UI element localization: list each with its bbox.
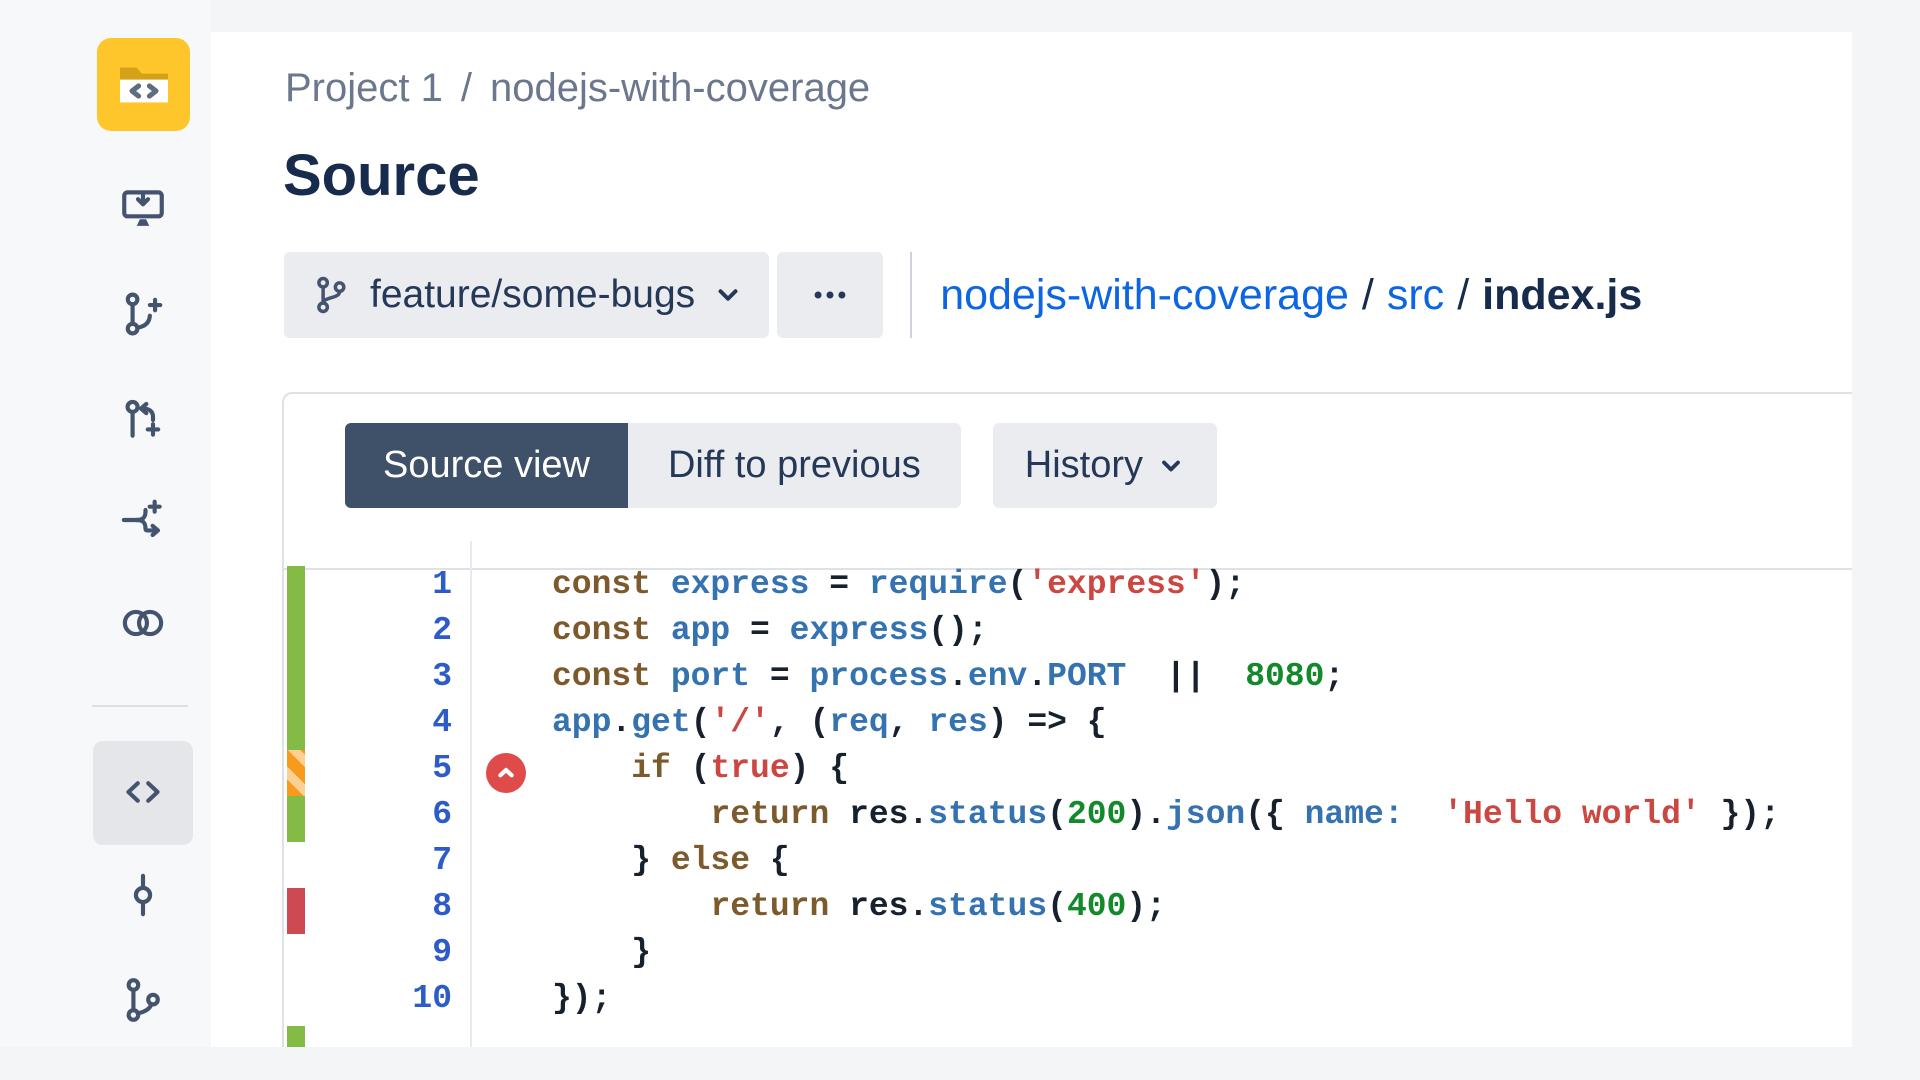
annotation-badge-icon[interactable] <box>486 753 526 793</box>
sidebar-item-commits[interactable] <box>118 870 168 920</box>
branch-selector-button[interactable]: feature/some-bugs <box>284 252 769 338</box>
branch-selector-label: feature/some-bugs <box>370 273 695 317</box>
code-text: return res.status(400); <box>552 888 1166 934</box>
coverage-indicator <box>287 888 305 934</box>
create-pull-request-icon <box>118 394 168 444</box>
toolbar-divider <box>910 252 912 338</box>
code-text: const port = process.env.PORT || 8080; <box>552 658 1344 704</box>
coverage-indicator <box>287 704 305 750</box>
code-text: app.get('/', (req, res) => { <box>552 704 1107 750</box>
breadcrumb-separator: / <box>461 66 472 111</box>
sidebar-item-clone[interactable] <box>118 183 168 233</box>
code-line: 3 const port = process.env.PORT || 8080; <box>284 658 1852 704</box>
branch-icon <box>310 274 352 316</box>
line-number[interactable]: 9 <box>304 934 470 980</box>
sidebar-item-create-pull-request[interactable] <box>118 394 168 444</box>
line-number[interactable]: 2 <box>304 612 470 658</box>
line-number[interactable]: 1 <box>304 566 470 612</box>
line-number[interactable]: 8 <box>304 888 470 934</box>
more-options-button[interactable] <box>777 252 883 338</box>
file-breadcrumb-repository[interactable]: nodejs-with-coverage <box>940 271 1349 320</box>
code-line: 9 } <box>284 934 1852 980</box>
tab-history-label: History <box>1025 444 1143 487</box>
coverage-indicator <box>287 980 305 1026</box>
code-line: 7 } else { <box>284 842 1852 888</box>
ellipsis-icon <box>808 273 852 317</box>
code-line: 6 return res.status(200).json({ name: 'H… <box>284 796 1852 842</box>
code-rows: 1 const express = require('express'); 2 con… <box>284 566 1852 1047</box>
commit-icon <box>118 870 168 920</box>
sidebar-divider <box>92 705 188 707</box>
line-number[interactable]: 3 <box>304 658 470 704</box>
sidebar-item-compare[interactable] <box>118 495 168 545</box>
sidebar-item-source[interactable] <box>118 767 168 817</box>
file-breadcrumb: nodejs-with-coverage / src / index.js <box>940 271 1642 320</box>
tab-history[interactable]: History <box>993 423 1217 508</box>
coverage-indicator <box>287 566 305 612</box>
source-card: Source view Diff to previous History 1 co… <box>282 392 1852 1047</box>
breadcrumb: Project 1 / nodejs-with-coverage <box>285 66 870 111</box>
coverage-indicator <box>287 612 305 658</box>
chevron-down-icon <box>1157 452 1185 480</box>
sidebar-item-compare-branches[interactable] <box>118 598 168 648</box>
file-breadcrumb-separator: / <box>1362 271 1374 320</box>
file-breadcrumb-filename: index.js <box>1482 271 1642 320</box>
sidebar-item-branches[interactable] <box>118 975 168 1025</box>
code-text: } else { <box>552 842 790 888</box>
code-line <box>284 1026 1852 1047</box>
file-breadcrumb-directory[interactable]: src <box>1387 271 1444 320</box>
coverage-indicator <box>287 658 305 704</box>
code-text: }); <box>552 980 611 1026</box>
line-number[interactable] <box>304 1026 470 1047</box>
code-line: 8 return res.status(400); <box>284 888 1852 934</box>
source-code-icon <box>118 767 168 817</box>
clone-icon <box>118 183 168 233</box>
overlapping-circles-icon <box>118 598 168 648</box>
main-panel: Project 1 / nodejs-with-coverage Source … <box>211 32 1852 1047</box>
sidebar-rail <box>0 0 211 1047</box>
compare-icon <box>118 495 168 545</box>
code-text: const express = require('express'); <box>552 566 1245 612</box>
toolbar: feature/some-bugs nodejs-with-coverage /… <box>284 252 1642 338</box>
line-number[interactable]: 10 <box>304 980 470 1026</box>
code-line: 2 const app = express(); <box>284 612 1852 658</box>
file-breadcrumb-separator: / <box>1457 271 1469 320</box>
tab-diff-to-previous[interactable]: Diff to previous <box>628 423 961 508</box>
coverage-indicator <box>287 1026 305 1047</box>
sidebar-item-create-branch[interactable] <box>118 289 168 339</box>
chevron-down-icon <box>713 280 743 310</box>
view-tabs: Source view Diff to previous History <box>284 394 1852 570</box>
coverage-indicator <box>287 842 305 888</box>
bitbucket-source-page: { "app": { "background": "#F4F5F7", "pan… <box>0 0 1920 1080</box>
coverage-indicator <box>287 750 305 796</box>
code-folder-icon <box>108 49 180 121</box>
code-text: const app = express(); <box>552 612 988 658</box>
page-title: Source <box>283 142 480 209</box>
code-text: return res.status(200).json({ name: 'Hel… <box>552 796 1780 842</box>
code-text: } <box>552 934 651 980</box>
create-branch-icon <box>118 289 168 339</box>
coverage-indicator <box>287 796 305 842</box>
tab-source-view[interactable]: Source view <box>345 423 628 508</box>
line-number[interactable]: 7 <box>304 842 470 888</box>
line-number[interactable]: 6 <box>304 796 470 842</box>
breadcrumb-project[interactable]: Project 1 <box>285 66 443 111</box>
breadcrumb-repository[interactable]: nodejs-with-coverage <box>490 66 870 111</box>
branch-icon <box>118 975 168 1025</box>
coverage-indicator <box>287 934 305 980</box>
code-line: 5 if (true) { <box>284 750 1852 796</box>
line-number[interactable]: 5 <box>304 750 470 796</box>
project-avatar[interactable] <box>97 38 190 131</box>
line-number[interactable]: 4 <box>304 704 470 750</box>
code-line: 10}); <box>284 980 1852 1026</box>
code-line: 1 const express = require('express'); <box>284 566 1852 612</box>
code-text: if (true) { <box>552 750 849 796</box>
code-line: 4 app.get('/', (req, res) => { <box>284 704 1852 750</box>
